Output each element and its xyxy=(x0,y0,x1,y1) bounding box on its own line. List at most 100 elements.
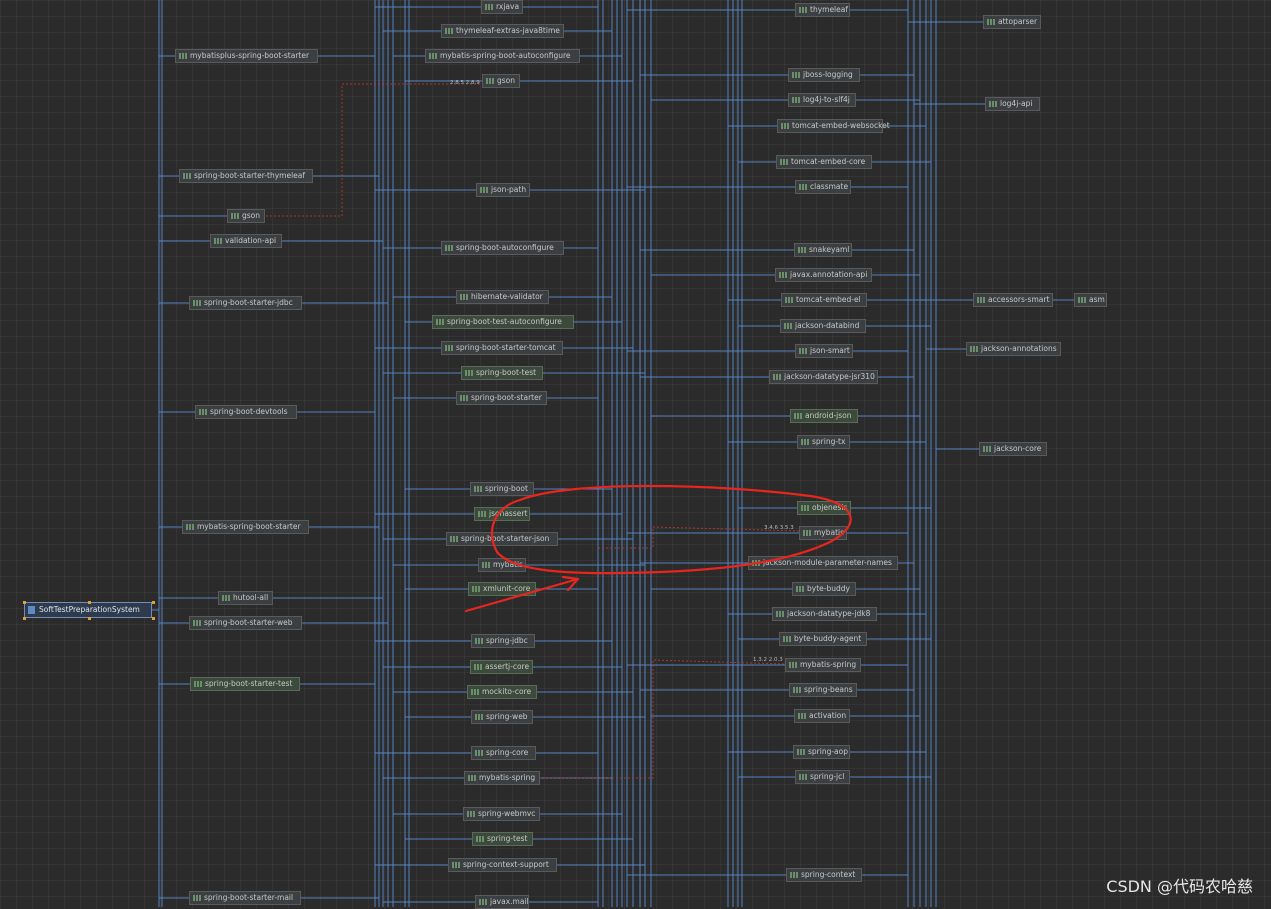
module-node-objenesis[interactable]: objenesis xyxy=(797,501,851,515)
selection-handle[interactable] xyxy=(88,601,91,604)
module-node-spring-context[interactable]: spring-context xyxy=(786,868,862,882)
module-label: mybatisplus-spring-boot-starter xyxy=(190,51,310,60)
library-icon xyxy=(452,862,460,868)
module-label: javax.mail xyxy=(490,897,529,906)
module-node-json-path[interactable]: json-path xyxy=(476,183,530,197)
module-node-jackson-datatype-jdk8[interactable]: jackson-datatype-jdk8 xyxy=(772,607,877,621)
library-icon xyxy=(792,72,800,78)
module-node-android-json[interactable]: android-json xyxy=(790,409,858,423)
module-node-mybatis[interactable]: mybatis xyxy=(478,558,526,572)
module-node-spring-test[interactable]: spring-test xyxy=(472,832,533,846)
module-node-mybatis-spring[interactable]: mybatis-spring xyxy=(785,658,861,672)
module-node-spring-boot-autoconfigure[interactable]: spring-boot-autoconfigure xyxy=(441,241,564,255)
module-node-jackson-datatype-jsr310[interactable]: jackson-datatype-jsr310 xyxy=(769,370,878,384)
module-node-hutool-all[interactable]: hutool-all xyxy=(218,591,273,605)
library-icon xyxy=(987,19,995,25)
selection-handle[interactable] xyxy=(23,601,26,604)
module-node-activation[interactable]: activation xyxy=(794,709,850,723)
module-node-thymeleaf[interactable]: thymeleaf xyxy=(795,3,850,17)
module-node-jackson-databind[interactable]: jackson-databind xyxy=(780,319,866,333)
module-node-log4j-to-slf4j[interactable]: log4j-to-slf4j xyxy=(788,93,856,107)
module-node-mybatis-spring-boot-autoconfigure[interactable]: mybatis-spring-boot-autoconfigure xyxy=(425,49,580,63)
library-icon xyxy=(445,28,453,34)
module-label: spring-boot-starter-web xyxy=(204,618,293,627)
module-label: spring-context-support xyxy=(463,860,549,869)
module-node-spring-boot-test-autoconfigure[interactable]: spring-boot-test-autoconfigure xyxy=(432,315,574,329)
module-label: jackson-annotations xyxy=(981,344,1057,353)
module-node-json-smart[interactable]: json-smart xyxy=(795,344,853,358)
module-node-jboss-logging[interactable]: jboss-logging xyxy=(788,68,860,82)
module-node-mybatis-spring-boot-starter[interactable]: mybatis-spring-boot-starter xyxy=(182,520,309,534)
module-node-javax-annotation-api[interactable]: javax.annotation-api xyxy=(775,268,872,282)
module-node-tomcat-embed-core[interactable]: tomcat-embed-core xyxy=(776,155,872,169)
module-node-mybatis-spring[interactable]: mybatis-spring xyxy=(464,771,540,785)
module-node-byte-buddy[interactable]: byte-buddy xyxy=(792,582,856,596)
module-node-spring-boot[interactable]: spring-boot xyxy=(470,482,534,496)
library-icon xyxy=(780,159,788,165)
module-node-assertj-core[interactable]: assertj-core xyxy=(470,660,533,674)
module-node-spring-boot-starter-tomcat[interactable]: spring-boot-starter-tomcat xyxy=(441,341,563,355)
selection-handle[interactable] xyxy=(23,617,26,620)
module-label: mybatis xyxy=(814,528,845,537)
module-node-gson[interactable]: gson xyxy=(482,74,520,88)
module-node-spring-core[interactable]: spring-core xyxy=(471,746,536,760)
module-node-jackson-annotations[interactable]: jackson-annotations xyxy=(966,342,1061,356)
module-node-spring-tx[interactable]: spring-tx xyxy=(797,435,850,449)
module-label: tomcat-embed-el xyxy=(796,295,861,304)
module-label: spring-boot-starter-tomcat xyxy=(456,343,556,352)
module-node-classmate[interactable]: classmate xyxy=(795,180,851,194)
module-node-asm[interactable]: asm xyxy=(1074,293,1107,307)
module-node-rxjava[interactable]: rxjava xyxy=(481,0,523,14)
module-node-spring-boot-starter-jdbc[interactable]: spring-boot-starter-jdbc xyxy=(189,296,302,310)
module-label: gson xyxy=(497,76,516,85)
module-node-spring-boot-starter-mail[interactable]: spring-boot-starter-mail xyxy=(189,891,301,905)
module-label: spring-boot-starter-thymeleaf xyxy=(194,171,306,180)
module-node-spring-boot-starter[interactable]: spring-boot-starter xyxy=(456,391,547,405)
module-node-tomcat-embed-websocket[interactable]: tomcat-embed-websocket xyxy=(777,119,890,133)
module-node-spring-jdbc[interactable]: spring-jdbc xyxy=(471,634,535,648)
module-node-snakeyaml[interactable]: snakeyaml xyxy=(794,243,852,257)
module-label: snakeyaml xyxy=(809,245,850,254)
library-icon xyxy=(468,775,476,781)
module-node-spring-jcl[interactable]: spring-jcl xyxy=(795,770,850,784)
module-node-byte-buddy-agent[interactable]: byte-buddy-agent xyxy=(779,632,867,646)
module-node-thymeleaf-extras-java8time[interactable]: thymeleaf-extras-java8time xyxy=(441,24,564,38)
selection-handle[interactable] xyxy=(152,617,155,620)
library-icon xyxy=(799,774,807,780)
module-node-validation-api[interactable]: validation-api xyxy=(210,234,282,248)
module-node-spring-web[interactable]: spring-web xyxy=(471,710,533,724)
module-node-spring-context-support[interactable]: spring-context-support xyxy=(448,858,557,872)
module-label: json-smart xyxy=(810,346,850,355)
library-icon xyxy=(486,78,494,84)
selection-handle[interactable] xyxy=(152,601,155,604)
module-node-mybatisplus-spring-boot-starter[interactable]: mybatisplus-spring-boot-starter xyxy=(175,49,318,63)
library-icon xyxy=(799,348,807,354)
module-node-jackson-module-parameter-names[interactable]: jackson-module-parameter-names xyxy=(748,556,898,570)
module-node-spring-webmvc[interactable]: spring-webmvc xyxy=(463,807,540,821)
module-label: spring-web xyxy=(486,712,528,721)
module-node-gson[interactable]: gson xyxy=(227,209,265,223)
module-node-spring-beans[interactable]: spring-beans xyxy=(789,683,857,697)
module-node-attoparser[interactable]: attoparser xyxy=(983,15,1041,29)
root-module-softtestpreparationsystem[interactable]: SoftTestPreparationSystem xyxy=(23,601,155,620)
module-node-spring-boot-starter-thymeleaf[interactable]: spring-boot-starter-thymeleaf xyxy=(179,169,313,183)
library-icon xyxy=(478,511,486,517)
module-node-spring-boot-starter-test[interactable]: spring-boot-starter-test xyxy=(190,677,300,691)
module-node-xmlunit-core[interactable]: xmlunit-core xyxy=(468,582,536,596)
module-node-spring-boot-test[interactable]: spring-boot-test xyxy=(461,366,543,380)
library-icon xyxy=(465,370,473,376)
module-node-mockito-core[interactable]: mockito-core xyxy=(467,685,537,699)
module-node-spring-boot-devtools[interactable]: spring-boot-devtools xyxy=(195,405,297,419)
module-node-log4j-api[interactable]: log4j-api xyxy=(985,97,1040,111)
module-node-jackson-core[interactable]: jackson-core xyxy=(979,442,1047,456)
module-node-spring-aop[interactable]: spring-aop xyxy=(793,745,850,759)
module-label: spring-boot-starter-mail xyxy=(204,893,294,902)
selection-handle[interactable] xyxy=(88,617,91,620)
module-node-spring-boot-starter-web[interactable]: spring-boot-starter-web xyxy=(189,616,302,630)
module-node-jsonassert[interactable]: jsonassert xyxy=(474,507,530,521)
module-node-tomcat-embed-el[interactable]: tomcat-embed-el xyxy=(781,293,867,307)
module-node-mybatis[interactable]: mybatis xyxy=(799,526,847,540)
module-node-spring-boot-starter-json[interactable]: spring-boot-starter-json xyxy=(446,532,558,546)
module-node-accessors-smart[interactable]: accessors-smart xyxy=(973,293,1053,307)
module-node-hibernate-validator[interactable]: hibernate-validator xyxy=(456,290,549,304)
